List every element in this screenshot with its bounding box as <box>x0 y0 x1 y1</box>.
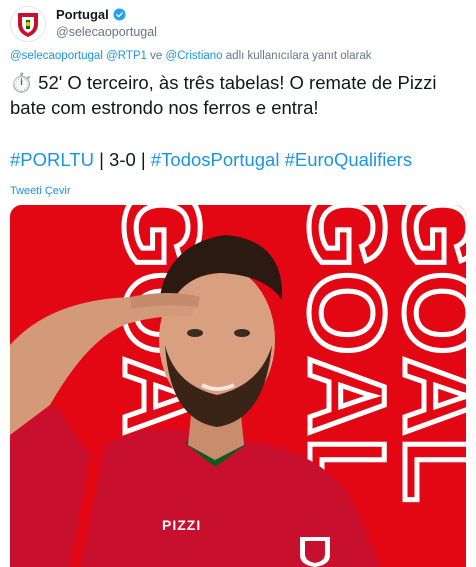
tweet-body: ⏱️ 52' O terceiro, às três tabelas! O re… <box>10 72 437 118</box>
avatar[interactable] <box>10 6 46 42</box>
hashtag-euroqualifiers[interactable]: #EuroQualifiers <box>285 149 413 170</box>
reply-mention-rtp1[interactable]: @RTP1 <box>106 50 147 62</box>
fpf-crest-icon <box>18 13 38 37</box>
tweet-card: Portugal @selecaoportugal @selecaoportug… <box>0 0 476 567</box>
shirt-name-text: PIZZI <box>162 517 201 533</box>
reply-conjunction: ve <box>150 50 163 62</box>
hashtag-porltu[interactable]: #PORLTU <box>10 149 94 170</box>
score-text: | 3-0 | <box>93 149 151 170</box>
verified-badge-icon <box>113 8 126 21</box>
reply-context: @selecaoportugal @RTP1 ve @Cristiano adl… <box>10 50 372 62</box>
translate-tweet-link[interactable]: Tweeti Çevir <box>10 185 71 197</box>
reply-mention-cristiano[interactable]: @Cristiano <box>166 50 223 62</box>
user-handle[interactable]: @selecaoportugal <box>56 24 157 40</box>
tweet-header: Portugal @selecaoportugal <box>10 6 466 42</box>
tweet-text: ⏱️ 52' O terceiro, às três tabelas! O re… <box>10 70 460 120</box>
tweet-hashtags: #PORLTU | 3-0 | #TodosPortugal #EuroQual… <box>10 147 412 172</box>
goal-text-column-3: GOAL <box>382 205 466 505</box>
goal-graphic: GOAL GOAL GOAL <box>10 205 466 567</box>
reply-suffix: adlı kullanıcılara yanıt olarak <box>225 50 372 62</box>
display-name[interactable]: Portugal <box>56 7 109 22</box>
hashtag-todosportugal[interactable]: #TodosPortugal <box>151 149 280 170</box>
tweet-media-image[interactable]: GOAL GOAL GOAL <box>10 205 466 567</box>
reply-mention-selecaoportugal[interactable]: @selecaoportugal <box>10 50 103 62</box>
